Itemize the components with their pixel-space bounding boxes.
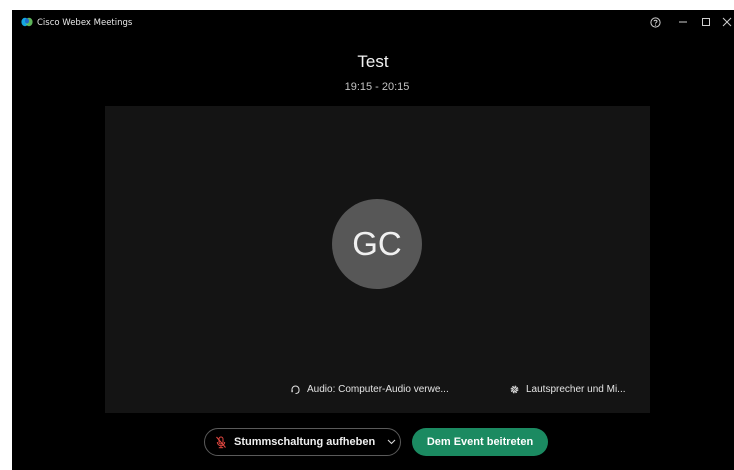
join-event-button[interactable]: Dem Event beitreten (412, 428, 548, 456)
help-circle-icon (649, 16, 661, 28)
speaker-microphone-settings-button[interactable]: Lautsprecher und Mi... (509, 384, 626, 395)
minimize-button[interactable] (674, 13, 692, 31)
webex-logo-icon (21, 17, 33, 27)
maximize-button[interactable] (697, 13, 715, 31)
minimize-icon (679, 21, 687, 23)
webex-window: Cisco Webex Meetings Test 19:15 - 20:15 … (12, 10, 734, 470)
mute-control: Stummschaltung aufheben (204, 428, 401, 456)
audio-options-dropdown[interactable] (383, 429, 399, 455)
microphone-muted-icon (216, 436, 226, 448)
video-preview: GC Audio: Computer-Audio verwe... Lautsp… (105, 106, 650, 413)
unmute-button[interactable]: Stummschaltung aufheben (205, 429, 381, 455)
title-bar: Cisco Webex Meetings (12, 10, 734, 36)
speaker-microphone-label: Lautsprecher und Mi... (526, 384, 626, 395)
app-title: Cisco Webex Meetings (37, 18, 133, 28)
audio-connection-label: Audio: Computer-Audio verwe... (307, 384, 449, 395)
audio-connection-button[interactable]: Audio: Computer-Audio verwe... (290, 384, 449, 395)
meeting-time: 19:15 - 20:15 (344, 81, 410, 93)
chevron-down-icon (387, 439, 395, 445)
close-icon (722, 17, 732, 27)
meeting-title: Test (357, 52, 389, 71)
help-button[interactable] (646, 13, 664, 31)
unmute-label: Stummschaltung aufheben (234, 436, 376, 448)
maximize-icon (702, 18, 710, 26)
avatar: GC (332, 199, 422, 289)
headset-icon (291, 385, 300, 394)
gear-icon (510, 385, 519, 394)
close-button[interactable] (718, 13, 734, 31)
